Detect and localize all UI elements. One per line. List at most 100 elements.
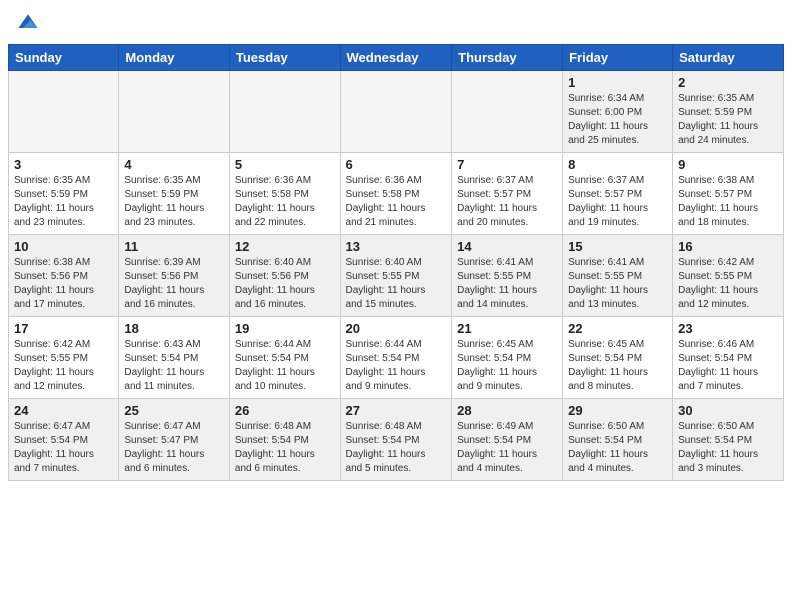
day-number: 15 (568, 239, 667, 254)
day-info: Sunrise: 6:42 AM Sunset: 5:55 PM Dayligh… (14, 338, 113, 394)
day-number: 27 (346, 403, 447, 418)
calendar-week-row: 17 Sunrise: 6:42 AM Sunset: 5:55 PM Dayli… (9, 317, 784, 399)
day-info: Sunrise: 6:41 AM Sunset: 5:55 PM Dayligh… (568, 256, 667, 312)
day-number: 25 (124, 403, 224, 418)
day-info: Sunrise: 6:38 AM Sunset: 5:56 PM Dayligh… (14, 256, 113, 312)
calendar-cell: 30 Sunrise: 6:50 AM Sunset: 5:54 PM Dayli… (673, 399, 784, 481)
day-info: Sunrise: 6:37 AM Sunset: 5:57 PM Dayligh… (457, 174, 557, 230)
day-number: 10 (14, 239, 113, 254)
day-number: 5 (235, 157, 335, 172)
day-of-week-header: Thursday (452, 45, 563, 71)
day-number: 30 (678, 403, 778, 418)
day-number: 8 (568, 157, 667, 172)
day-number: 19 (235, 321, 335, 336)
day-of-week-header: Friday (563, 45, 673, 71)
calendar-week-row: 1 Sunrise: 6:34 AM Sunset: 6:00 PM Daylig… (9, 71, 784, 153)
calendar-week-row: 24 Sunrise: 6:47 AM Sunset: 5:54 PM Dayli… (9, 399, 784, 481)
day-info: Sunrise: 6:38 AM Sunset: 5:57 PM Dayligh… (678, 174, 778, 230)
calendar-cell: 26 Sunrise: 6:48 AM Sunset: 5:54 PM Dayli… (229, 399, 340, 481)
calendar-cell (229, 71, 340, 153)
day-info: Sunrise: 6:36 AM Sunset: 5:58 PM Dayligh… (235, 174, 335, 230)
calendar-cell: 19Sunrise: 6:44 AM Sunset: 5:54 PM Dayli… (229, 317, 340, 399)
calendar-cell: 12 Sunrise: 6:40 AM Sunset: 5:56 PM Dayli… (229, 235, 340, 317)
calendar-cell: 13Sunrise: 6:40 AM Sunset: 5:55 PM Dayli… (340, 235, 452, 317)
day-number: 24 (14, 403, 113, 418)
day-info: Sunrise: 6:44 AM Sunset: 5:54 PM Dayligh… (346, 338, 447, 394)
day-of-week-header: Saturday (673, 45, 784, 71)
day-info: Sunrise: 6:36 AM Sunset: 5:58 PM Dayligh… (346, 174, 447, 230)
day-number: 14 (457, 239, 557, 254)
day-info: Sunrise: 6:35 AM Sunset: 5:59 PM Dayligh… (14, 174, 113, 230)
day-of-week-header: Sunday (9, 45, 119, 71)
day-info: Sunrise: 6:39 AM Sunset: 5:56 PM Dayligh… (124, 256, 224, 312)
day-info: Sunrise: 6:34 AM Sunset: 6:00 PM Dayligh… (568, 92, 667, 148)
day-number: 20 (346, 321, 447, 336)
day-info: Sunrise: 6:50 AM Sunset: 5:54 PM Dayligh… (568, 420, 667, 476)
day-number: 17 (14, 321, 113, 336)
calendar-cell: 14 Sunrise: 6:41 AM Sunset: 5:55 PM Dayli… (452, 235, 563, 317)
calendar-cell: 27 Sunrise: 6:48 AM Sunset: 5:54 PM Dayli… (340, 399, 452, 481)
calendar-cell (452, 71, 563, 153)
calendar-cell: 4Sunrise: 6:35 AM Sunset: 5:59 PM Daylig… (119, 153, 230, 235)
calendar-cell: 6 Sunrise: 6:36 AM Sunset: 5:58 PM Daylig… (340, 153, 452, 235)
day-info: Sunrise: 6:48 AM Sunset: 5:54 PM Dayligh… (235, 420, 335, 476)
calendar-cell: 17 Sunrise: 6:42 AM Sunset: 5:55 PM Dayli… (9, 317, 119, 399)
calendar-cell: 16Sunrise: 6:42 AM Sunset: 5:55 PM Dayli… (673, 235, 784, 317)
day-info: Sunrise: 6:42 AM Sunset: 5:55 PM Dayligh… (678, 256, 778, 312)
day-number: 28 (457, 403, 557, 418)
day-number: 1 (568, 75, 667, 90)
day-info: Sunrise: 6:46 AM Sunset: 5:54 PM Dayligh… (678, 338, 778, 394)
day-info: Sunrise: 6:47 AM Sunset: 5:54 PM Dayligh… (14, 420, 113, 476)
calendar-cell (340, 71, 452, 153)
day-info: Sunrise: 6:48 AM Sunset: 5:54 PM Dayligh… (346, 420, 447, 476)
calendar-cell: 21 Sunrise: 6:45 AM Sunset: 5:54 PM Dayli… (452, 317, 563, 399)
calendar-cell: 18Sunrise: 6:43 AM Sunset: 5:54 PM Dayli… (119, 317, 230, 399)
day-info: Sunrise: 6:40 AM Sunset: 5:56 PM Dayligh… (235, 256, 335, 312)
calendar-cell: 20 Sunrise: 6:44 AM Sunset: 5:54 PM Dayli… (340, 317, 452, 399)
calendar-cell: 5 Sunrise: 6:36 AM Sunset: 5:58 PM Daylig… (229, 153, 340, 235)
calendar-cell: 25 Sunrise: 6:47 AM Sunset: 5:47 PM Dayli… (119, 399, 230, 481)
day-number: 11 (124, 239, 224, 254)
day-number: 3 (14, 157, 113, 172)
calendar-cell (9, 71, 119, 153)
calendar-cell: 7 Sunrise: 6:37 AM Sunset: 5:57 PM Daylig… (452, 153, 563, 235)
calendar-cell: 3 Sunrise: 6:35 AM Sunset: 5:59 PM Daylig… (9, 153, 119, 235)
calendar-cell: 11 Sunrise: 6:39 AM Sunset: 5:56 PM Dayli… (119, 235, 230, 317)
logo (16, 12, 43, 36)
day-info: Sunrise: 6:45 AM Sunset: 5:54 PM Dayligh… (457, 338, 557, 394)
day-number: 29 (568, 403, 667, 418)
calendar-cell: 1 Sunrise: 6:34 AM Sunset: 6:00 PM Daylig… (563, 71, 673, 153)
calendar-cell: 8 Sunrise: 6:37 AM Sunset: 5:57 PM Daylig… (563, 153, 673, 235)
calendar-week-row: 10 Sunrise: 6:38 AM Sunset: 5:56 PM Dayli… (9, 235, 784, 317)
day-number: 22 (568, 321, 667, 336)
day-info: Sunrise: 6:41 AM Sunset: 5:55 PM Dayligh… (457, 256, 557, 312)
day-number: 12 (235, 239, 335, 254)
day-number: 6 (346, 157, 447, 172)
day-info: Sunrise: 6:50 AM Sunset: 5:54 PM Dayligh… (678, 420, 778, 476)
calendar-cell (119, 71, 230, 153)
day-info: Sunrise: 6:47 AM Sunset: 5:47 PM Dayligh… (124, 420, 224, 476)
day-number: 26 (235, 403, 335, 418)
calendar-cell: 9 Sunrise: 6:38 AM Sunset: 5:57 PM Daylig… (673, 153, 784, 235)
day-number: 7 (457, 157, 557, 172)
calendar-cell: 28 Sunrise: 6:49 AM Sunset: 5:54 PM Dayli… (452, 399, 563, 481)
day-info: Sunrise: 6:49 AM Sunset: 5:54 PM Dayligh… (457, 420, 557, 476)
calendar-cell: 10 Sunrise: 6:38 AM Sunset: 5:56 PM Dayli… (9, 235, 119, 317)
calendar-container: SundayMondayTuesdayWednesdayThursdayFrid… (0, 44, 792, 489)
day-info: Sunrise: 6:37 AM Sunset: 5:57 PM Dayligh… (568, 174, 667, 230)
logo-icon (16, 12, 40, 36)
calendar-table: SundayMondayTuesdayWednesdayThursdayFrid… (8, 44, 784, 481)
day-info: Sunrise: 6:43 AM Sunset: 5:54 PM Dayligh… (124, 338, 224, 394)
calendar-cell: 2Sunrise: 6:35 AM Sunset: 5:59 PM Daylig… (673, 71, 784, 153)
day-of-week-header: Tuesday (229, 45, 340, 71)
day-number: 21 (457, 321, 557, 336)
day-number: 2 (678, 75, 778, 90)
day-number: 9 (678, 157, 778, 172)
day-info: Sunrise: 6:45 AM Sunset: 5:54 PM Dayligh… (568, 338, 667, 394)
day-info: Sunrise: 6:40 AM Sunset: 5:55 PM Dayligh… (346, 256, 447, 312)
day-number: 23 (678, 321, 778, 336)
calendar-cell: 15 Sunrise: 6:41 AM Sunset: 5:55 PM Dayli… (563, 235, 673, 317)
calendar-cell: 23 Sunrise: 6:46 AM Sunset: 5:54 PM Dayli… (673, 317, 784, 399)
calendar-cell: 24 Sunrise: 6:47 AM Sunset: 5:54 PM Dayli… (9, 399, 119, 481)
day-info: Sunrise: 6:35 AM Sunset: 5:59 PM Dayligh… (124, 174, 224, 230)
